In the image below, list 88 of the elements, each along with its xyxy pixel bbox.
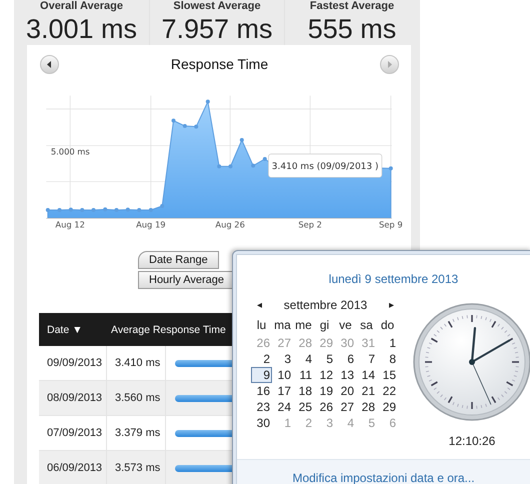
data-point <box>114 208 118 212</box>
stat-label: Fastest Average <box>310 0 394 13</box>
calendar-day[interactable]: 11 <box>293 367 314 383</box>
calendar-day[interactable]: 17 <box>272 383 293 399</box>
data-point <box>126 208 130 212</box>
data-point <box>103 207 108 212</box>
data-point <box>68 208 73 212</box>
calendar-day[interactable]: 12 <box>314 367 335 383</box>
calendar-day[interactable]: 6 <box>335 351 356 367</box>
calendar-day[interactable]: 20 <box>335 383 356 399</box>
stat-label: Slowest Average <box>173 0 261 13</box>
data-point <box>217 164 222 168</box>
data-point <box>262 157 267 161</box>
data-point <box>228 164 232 168</box>
stat-label: Overall Average <box>40 0 123 13</box>
calendar-day[interactable]: 9 <box>251 367 272 383</box>
calendar-day[interactable]: 18 <box>293 383 314 399</box>
calendar-day[interactable]: 25 <box>293 399 314 415</box>
date-cell: 07/09/2013 <box>39 416 107 451</box>
y-axis-label: 5.000 ms <box>50 146 90 156</box>
data-point <box>172 118 176 123</box>
calendar-day[interactable]: 8 <box>377 351 398 367</box>
stat-value: 7.957 ms <box>161 13 273 45</box>
calendar-day[interactable]: 28 <box>356 399 377 415</box>
stat-value: 555 ms <box>308 13 396 45</box>
value-cell: 3.573 ms <box>107 451 166 484</box>
previous-arrow-button[interactable] <box>40 54 59 74</box>
x-axis-label: Aug 26 <box>215 220 245 230</box>
weekday-label: do <box>380 318 396 334</box>
data-point <box>46 208 50 212</box>
calendar-day[interactable]: 1 <box>377 335 398 351</box>
calendar-day[interactable]: 4 <box>293 351 314 367</box>
previous-month-button[interactable]: ◂ <box>257 299 262 311</box>
value-cell: 3.379 ms <box>107 416 166 451</box>
calendar-day[interactable]: 26 <box>314 399 335 415</box>
date-heading-link[interactable]: lunedì 9 settembre 2013 <box>328 272 458 286</box>
calendar-day[interactable]: 7 <box>356 351 377 367</box>
weekday-label: gi <box>318 318 330 334</box>
value-cell: 3.560 ms <box>107 381 166 416</box>
date-cell: 06/09/2013 <box>39 451 107 484</box>
value-cell: 3.410 ms <box>107 346 166 381</box>
date-range-button[interactable]: Date Range <box>138 251 219 269</box>
chart-title: Response Time <box>170 56 268 72</box>
calendar-day[interactable]: 13 <box>335 367 356 383</box>
tooltip: 3.410 ms (09/09/2013 ) <box>268 154 382 178</box>
clock-time: 12:10:26 <box>448 434 496 448</box>
calendar-day[interactable]: 15 <box>377 367 398 383</box>
weekday-label: me <box>294 318 313 334</box>
data-point <box>160 204 164 208</box>
weekday-label: ma <box>273 318 292 334</box>
calendar-day[interactable]: 10 <box>272 367 293 383</box>
date-cell: 08/09/2013 <box>39 381 107 416</box>
calendar-day[interactable]: 23 <box>251 399 272 415</box>
calendar-day[interactable]: 27 <box>335 399 356 415</box>
calendar-day[interactable]: 30 <box>251 415 272 431</box>
data-point <box>251 164 256 168</box>
calendar-day[interactable]: 19 <box>314 383 335 399</box>
data-point <box>182 124 187 128</box>
date-cell: 09/09/2013 <box>39 346 107 381</box>
calendar-day[interactable]: 24 <box>272 399 293 415</box>
data-point <box>388 166 393 170</box>
calendar-day[interactable]: 22 <box>377 383 398 399</box>
weekday-label: sa <box>359 318 374 334</box>
calendar-day[interactable]: 21 <box>356 383 377 399</box>
calendar-day[interactable]: 14 <box>356 367 377 383</box>
data-point <box>92 208 96 212</box>
x-axis-label: Sep 2 <box>298 220 322 230</box>
calendar-day[interactable]: 2 <box>251 351 272 367</box>
x-axis-label: Aug 19 <box>136 220 166 230</box>
x-axis-label: Sep 9 <box>379 220 402 230</box>
data-point <box>194 124 198 129</box>
column-header[interactable]: Date ▼ <box>39 313 107 346</box>
stat-value: 3.001 ms <box>26 13 138 45</box>
calendar-day[interactable]: 29 <box>377 399 398 415</box>
data-point <box>206 100 210 104</box>
data-point <box>58 208 62 212</box>
calendar-day[interactable]: 5 <box>314 351 335 367</box>
calendar-day[interactable]: 16 <box>251 383 272 399</box>
data-point <box>80 208 84 212</box>
weekday-label: ve <box>338 318 353 334</box>
x-axis-label: Aug 12 <box>55 220 85 230</box>
calendar-day[interactable]: 3 <box>272 351 293 367</box>
data-point <box>148 208 153 212</box>
data-point <box>240 138 244 142</box>
weekday-label: lu <box>256 318 268 334</box>
data-point <box>137 208 142 212</box>
next-month-button[interactable]: ▸ <box>388 299 394 311</box>
month-title: settembre 2013 <box>284 298 368 312</box>
